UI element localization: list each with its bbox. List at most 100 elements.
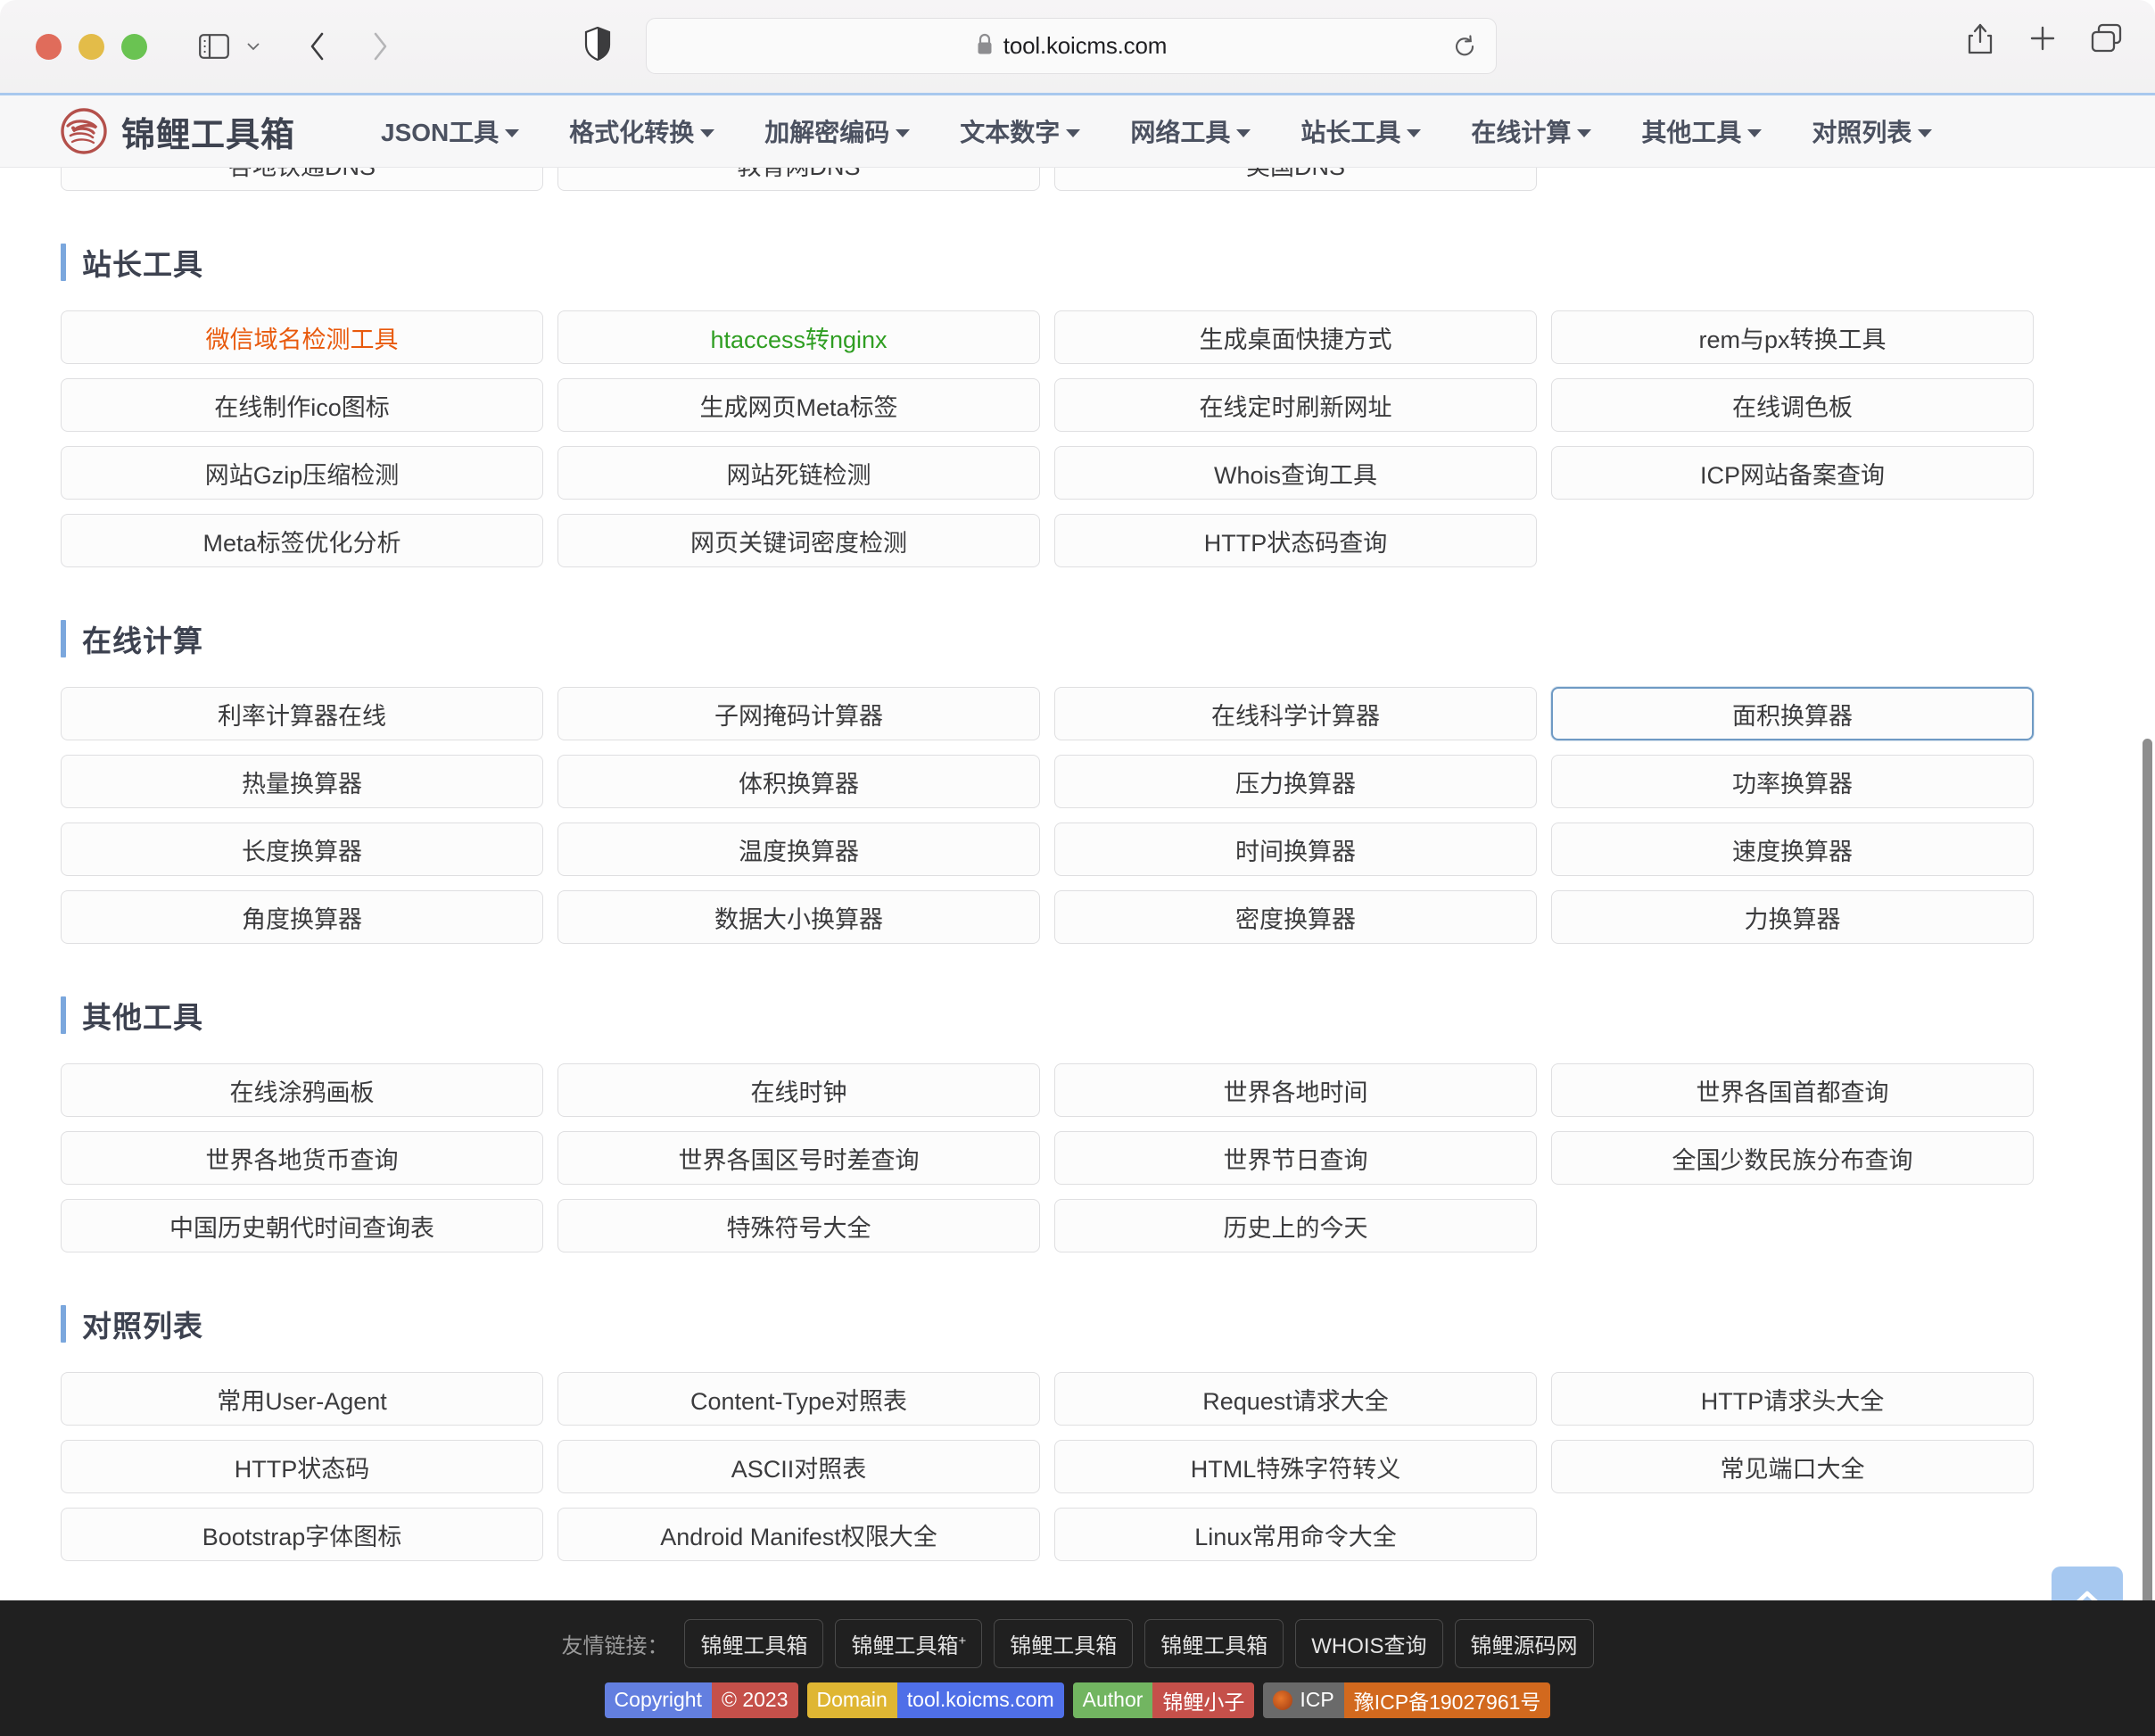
nav-item-4[interactable]: 网络工具 xyxy=(1105,113,1276,149)
tool-tile[interactable]: 体积换算器 xyxy=(557,755,1040,808)
tool-tile[interactable]: Linux常用命令大全 xyxy=(1054,1508,1537,1561)
footer-badge[interactable]: ICP 豫ICP备19027961号 xyxy=(1263,1682,1551,1718)
tool-tile[interactable]: 教育网DNS xyxy=(557,168,1040,191)
friend-link[interactable]: 锦鲤工具箱 xyxy=(1144,1618,1284,1668)
tool-tile-label: 特殊符号大全 xyxy=(726,1214,871,1242)
tool-tile[interactable]: 世界各地货币查询 xyxy=(61,1131,543,1185)
new-tab-icon[interactable] xyxy=(2028,24,2057,57)
footer-badge[interactable]: Domain tool.koicms.com xyxy=(806,1682,1064,1718)
tool-tile[interactable]: 长度换算器 xyxy=(61,823,543,876)
tool-tile[interactable]: 角度换算器 xyxy=(61,890,543,944)
minimize-window-button[interactable] xyxy=(78,33,104,60)
tool-tile[interactable]: 世界各国区号时差查询 xyxy=(557,1131,1040,1185)
tool-tile[interactable]: 密度换算器 xyxy=(1054,890,1537,944)
scrollbar-thumb[interactable] xyxy=(2143,739,2152,1684)
tool-tile[interactable]: 在线涂鸦画板 xyxy=(61,1063,543,1117)
tool-tile[interactable]: 在线时钟 xyxy=(557,1063,1040,1117)
friend-link[interactable]: 锦鲤源码网 xyxy=(1454,1618,1594,1668)
tool-tile[interactable]: HTTP请求头大全 xyxy=(1551,1372,2034,1426)
nav-item-8[interactable]: 对照列表 xyxy=(1787,113,1957,149)
nav-item-2[interactable]: 加解密编码 xyxy=(739,113,935,149)
friend-link[interactable]: 锦鲤工具箱 xyxy=(994,1618,1134,1668)
nav-item-0[interactable]: JSON工具 xyxy=(356,113,544,149)
sidebar-toggle-icon[interactable] xyxy=(190,22,238,70)
nav-item-1[interactable]: 格式化转换 xyxy=(544,113,739,149)
friend-link[interactable]: 锦鲤工具箱+ xyxy=(835,1618,983,1668)
tool-tile[interactable]: HTTP状态码查询 xyxy=(1054,514,1537,567)
friend-link[interactable]: WHOIS查询 xyxy=(1295,1618,1443,1668)
reload-icon[interactable] xyxy=(1449,31,1480,62)
tool-tile[interactable]: 美国DNS xyxy=(1054,168,1537,191)
tool-tile[interactable]: 常见端口大全 xyxy=(1551,1440,2034,1493)
tool-tile[interactable]: 全国少数民族分布查询 xyxy=(1551,1131,2034,1185)
tool-tile[interactable]: Request请求大全 xyxy=(1054,1372,1537,1426)
tool-tile[interactable]: 在线调色板 xyxy=(1551,378,2034,432)
tool-tile[interactable]: ICP网站备案查询 xyxy=(1551,446,2034,500)
tool-tile[interactable]: HTTP状态码 xyxy=(61,1440,543,1493)
tool-tile[interactable]: Bootstrap字体图标 xyxy=(61,1508,543,1561)
tool-tile[interactable]: 中国历史朝代时间查询表 xyxy=(61,1199,543,1252)
chevron-down-icon xyxy=(1747,128,1763,137)
tool-tile[interactable]: 网站Gzip压缩检测 xyxy=(61,446,543,500)
tool-tile[interactable]: 压力换算器 xyxy=(1054,755,1537,808)
close-window-button[interactable] xyxy=(36,33,62,60)
footer-badge-left-label: Domain xyxy=(816,1688,888,1711)
footer-badge[interactable]: Copyright © 2023 xyxy=(604,1682,798,1718)
brand[interactable]: 锦鲤工具箱 xyxy=(61,107,295,156)
tool-tile-label: 常见端口大全 xyxy=(1720,1455,1865,1483)
tool-tile[interactable]: 面积换算器 xyxy=(1551,687,2034,740)
tool-tile[interactable]: 在线制作ico图标 xyxy=(61,378,543,432)
browser-chrome: tool.koicms.com xyxy=(0,0,2155,93)
tool-tile-label: 温度换算器 xyxy=(739,838,859,865)
tool-tile[interactable]: 力换算器 xyxy=(1551,890,2034,944)
scrollbar-track[interactable] xyxy=(2140,168,2155,1736)
nav-item-3[interactable]: 文本数字 xyxy=(935,113,1105,149)
tool-tile[interactable]: 历史上的今天 xyxy=(1054,1199,1537,1252)
tool-tile[interactable]: Content-Type对照表 xyxy=(557,1372,1040,1426)
tool-tile[interactable]: 功率换算器 xyxy=(1551,755,2034,808)
tool-tile[interactable]: 生成网页Meta标签 xyxy=(557,378,1040,432)
tool-tile[interactable]: 在线科学计算器 xyxy=(1054,687,1537,740)
tool-tile[interactable]: 数据大小换算器 xyxy=(557,890,1040,944)
tool-tile[interactable]: 网页关键词密度检测 xyxy=(557,514,1040,567)
tool-tile[interactable]: 微信域名检测工具 xyxy=(61,310,543,364)
friend-links-list: 锦鲤工具箱 锦鲤工具箱+ 锦鲤工具箱 锦鲤工具箱 WHOIS查询 锦鲤源码网 xyxy=(684,1618,1594,1668)
share-icon[interactable] xyxy=(1966,21,1994,60)
tool-tile[interactable]: rem与px转换工具 xyxy=(1551,310,2034,364)
tool-tile[interactable]: Meta标签优化分析 xyxy=(61,514,543,567)
friend-link[interactable]: 锦鲤工具箱 xyxy=(684,1618,824,1668)
tool-tile[interactable]: 常用User-Agent xyxy=(61,1372,543,1426)
tool-tile[interactable]: ASCII对照表 xyxy=(557,1440,1040,1493)
tool-tile[interactable]: 网站死链检测 xyxy=(557,446,1040,500)
address-bar[interactable]: tool.koicms.com xyxy=(646,18,1497,74)
tool-tile[interactable]: 世界节日查询 xyxy=(1054,1131,1537,1185)
nav-item-7[interactable]: 其他工具 xyxy=(1616,113,1787,149)
maximize-window-button[interactable] xyxy=(121,33,147,60)
friend-link-label: 锦鲤源码网 xyxy=(1470,1633,1578,1658)
tool-tile[interactable]: 子网掩码计算器 xyxy=(557,687,1040,740)
tool-tile-label: htaccess转nginx xyxy=(710,326,888,353)
tool-tile[interactable]: 热量换算器 xyxy=(61,755,543,808)
tool-tile[interactable]: 生成桌面快捷方式 xyxy=(1054,310,1537,364)
tool-tile[interactable]: 特殊符号大全 xyxy=(557,1199,1040,1252)
tool-tile[interactable]: 世界各地时间 xyxy=(1054,1063,1537,1117)
nav-item-5[interactable]: 站长工具 xyxy=(1276,113,1446,149)
privacy-shield-icon[interactable] xyxy=(584,26,611,65)
tool-tile[interactable]: 世界各国首都查询 xyxy=(1551,1063,2034,1117)
tool-tile[interactable]: 温度换算器 xyxy=(557,823,1040,876)
tool-tile[interactable]: Whois查询工具 xyxy=(1054,446,1537,500)
tool-tile[interactable]: 在线定时刷新网址 xyxy=(1054,378,1537,432)
sidebar-options-chevron-down-icon[interactable] xyxy=(238,22,268,70)
tool-tile[interactable]: htaccess转nginx xyxy=(557,310,1040,364)
forward-icon[interactable] xyxy=(356,22,404,70)
tool-tile[interactable]: Android Manifest权限大全 xyxy=(557,1508,1040,1561)
tool-tile[interactable]: 速度换算器 xyxy=(1551,823,2034,876)
tool-tile[interactable]: HTML特殊字符转义 xyxy=(1054,1440,1537,1493)
tool-tile[interactable]: 时间换算器 xyxy=(1054,823,1537,876)
tool-tile[interactable]: 各地铁通DNS xyxy=(61,168,543,191)
tool-tile[interactable]: 利率计算器在线 xyxy=(61,687,543,740)
footer-badge[interactable]: Author 锦鲤小子 xyxy=(1072,1682,1255,1718)
back-icon[interactable] xyxy=(293,22,342,70)
tab-overview-icon[interactable] xyxy=(2091,23,2123,58)
nav-item-6[interactable]: 在线计算 xyxy=(1446,113,1616,149)
